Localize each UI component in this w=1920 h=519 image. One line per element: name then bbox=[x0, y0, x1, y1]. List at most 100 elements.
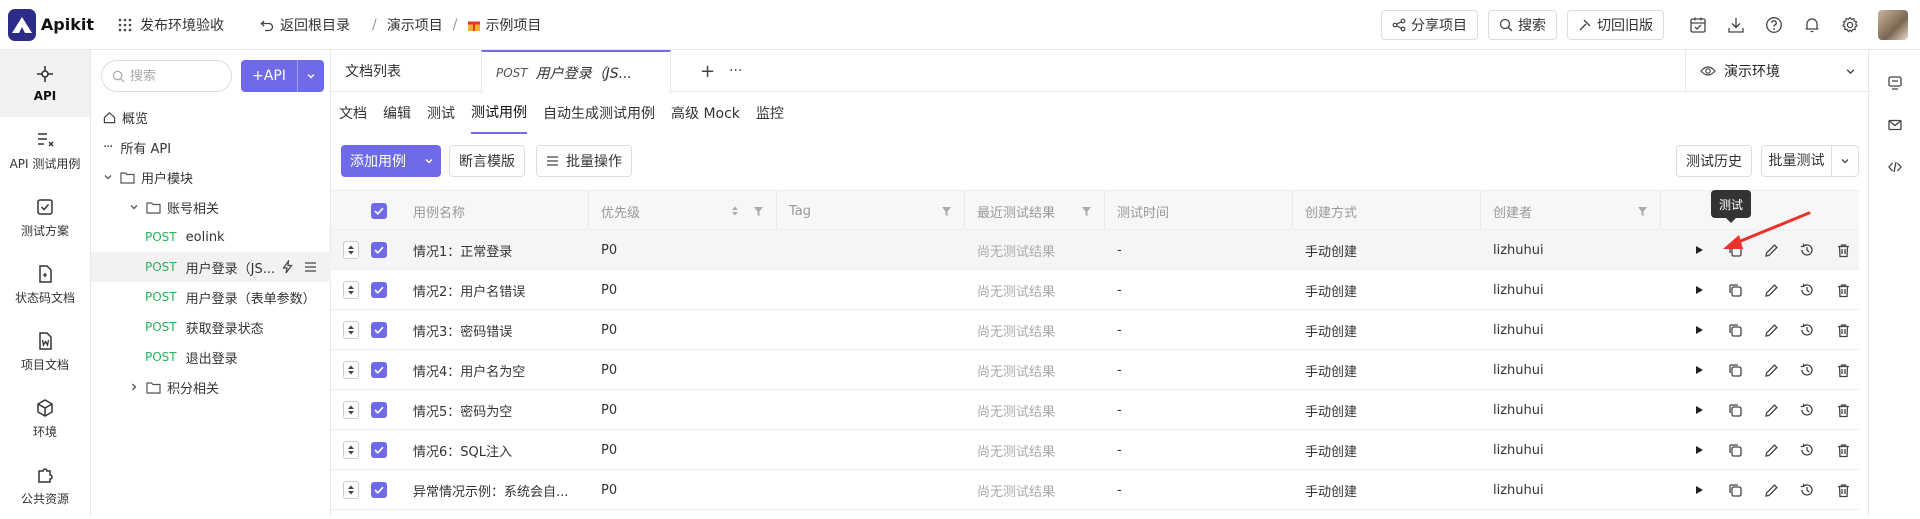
filter-icon[interactable] bbox=[941, 206, 952, 217]
subtab-doc[interactable]: 文档 bbox=[339, 92, 367, 134]
drag-sort-icon[interactable] bbox=[343, 241, 359, 259]
edit-icon[interactable] bbox=[1753, 443, 1789, 458]
breadcrumb-project[interactable]: 示例项目 bbox=[467, 15, 541, 35]
workspace-selector[interactable]: 发布环境验收 bbox=[118, 15, 224, 35]
drag-sort-icon[interactable] bbox=[343, 401, 359, 419]
switch-old-version-button[interactable]: 切回旧版 bbox=[1567, 10, 1664, 40]
user-avatar[interactable] bbox=[1878, 10, 1908, 40]
nav-status-code-docs[interactable]: 状态码文档 bbox=[0, 251, 90, 318]
nav-environment[interactable]: 环境 bbox=[0, 385, 90, 452]
back-root-link[interactable]: 返回根目录 bbox=[260, 15, 350, 35]
run-test-icon[interactable] bbox=[1681, 445, 1717, 455]
add-api-button[interactable]: +API bbox=[241, 60, 324, 92]
subtab-advanced-mock[interactable]: 高级 Mock bbox=[671, 92, 740, 134]
delete-icon[interactable] bbox=[1825, 283, 1861, 298]
history-icon[interactable] bbox=[1789, 482, 1825, 498]
tree-search[interactable] bbox=[101, 60, 232, 92]
case-name[interactable]: 情况2：用户名错误 bbox=[413, 270, 525, 310]
chevron-down-icon[interactable] bbox=[298, 71, 324, 81]
checkbox-checked-icon[interactable] bbox=[371, 322, 387, 338]
drag-sort-icon[interactable] bbox=[343, 481, 359, 499]
edit-icon[interactable] bbox=[1753, 363, 1789, 378]
run-test-icon[interactable] bbox=[1681, 485, 1717, 495]
download-icon[interactable] bbox=[1722, 11, 1750, 39]
case-name[interactable]: 情况3：密码错误 bbox=[413, 310, 512, 350]
add-tab-button[interactable]: + bbox=[686, 50, 715, 92]
delete-icon[interactable] bbox=[1825, 403, 1861, 418]
edit-icon[interactable] bbox=[1753, 283, 1789, 298]
copy-icon[interactable] bbox=[1717, 323, 1753, 338]
nav-test-plans[interactable]: 测试方案 bbox=[0, 184, 90, 251]
message-card-icon[interactable] bbox=[1869, 62, 1920, 104]
checkbox-checked-icon[interactable] bbox=[371, 282, 387, 298]
copy-icon[interactable] bbox=[1717, 363, 1753, 378]
chevron-down-icon[interactable] bbox=[417, 156, 441, 166]
menu-icon[interactable] bbox=[304, 261, 317, 273]
tree-api-item-selected[interactable]: POST 用户登录（JS... bbox=[91, 252, 331, 282]
subtab-auto-generate[interactable]: 自动生成测试用例 bbox=[543, 92, 655, 134]
share-project-button[interactable]: 分享项目 bbox=[1381, 10, 1478, 40]
copy-icon[interactable] bbox=[1717, 483, 1753, 498]
sort-icon[interactable] bbox=[731, 205, 739, 217]
tree-search-input[interactable] bbox=[130, 68, 220, 84]
case-name[interactable]: 情况1：正常登录 bbox=[413, 230, 512, 270]
edit-icon[interactable] bbox=[1753, 483, 1789, 498]
bell-icon[interactable] bbox=[1798, 11, 1826, 39]
case-name[interactable]: 情况6：SQL注入 bbox=[413, 430, 512, 470]
assert-template-button[interactable]: 断言模版 bbox=[449, 145, 525, 177]
history-icon[interactable] bbox=[1789, 442, 1825, 458]
batch-test-label[interactable]: 批量测试 bbox=[1762, 146, 1832, 176]
tab-doc-list[interactable]: 文档列表 bbox=[331, 50, 481, 92]
more-tabs-button[interactable]: ··· bbox=[715, 50, 742, 92]
tree-all-api[interactable]: ··· 所有 API bbox=[91, 132, 331, 162]
test-history-button[interactable]: 测试历史 bbox=[1676, 145, 1752, 177]
tree-api-item[interactable]: POST 退出登录 bbox=[91, 342, 331, 372]
checkbox-checked-icon[interactable] bbox=[371, 482, 387, 498]
run-test-icon[interactable] bbox=[1681, 285, 1717, 295]
table-row[interactable]: 情况6：SQL注入 P0 尚无测试结果 - 手动创建 lizhuhui bbox=[331, 430, 1859, 470]
copy-icon[interactable] bbox=[1717, 283, 1753, 298]
table-row[interactable]: 情况3：密码错误 P0 尚无测试结果 - 手动创建 lizhuhui bbox=[331, 310, 1859, 350]
table-row[interactable]: 情况2：用户名错误 P0 尚无测试结果 - 手动创建 lizhuhui bbox=[331, 270, 1859, 310]
filter-icon[interactable] bbox=[1637, 206, 1648, 217]
nav-project-docs[interactable]: 项目文档 bbox=[0, 318, 90, 385]
environment-selector[interactable]: 演示环境 bbox=[1685, 50, 1868, 92]
table-row[interactable]: 情况1：正常登录 P0 尚无测试结果 - 手动创建 lizhuhui bbox=[331, 230, 1859, 270]
lightning-icon[interactable] bbox=[281, 260, 294, 274]
tree-api-item[interactable]: POST 用户登录（表单参数） bbox=[91, 282, 331, 312]
drag-sort-icon[interactable] bbox=[343, 361, 359, 379]
calendar-icon[interactable] bbox=[1684, 11, 1712, 39]
case-name[interactable]: 情况5：密码为空 bbox=[413, 390, 512, 430]
delete-icon[interactable] bbox=[1825, 243, 1861, 258]
delete-icon[interactable] bbox=[1825, 323, 1861, 338]
drag-sort-icon[interactable] bbox=[343, 281, 359, 299]
drag-sort-icon[interactable] bbox=[343, 441, 359, 459]
run-test-icon[interactable] bbox=[1681, 325, 1717, 335]
filter-icon[interactable] bbox=[1081, 206, 1092, 217]
history-icon[interactable] bbox=[1789, 362, 1825, 378]
drag-sort-icon[interactable] bbox=[343, 321, 359, 339]
chevron-down-icon[interactable] bbox=[1832, 156, 1858, 166]
checkbox-checked-icon[interactable] bbox=[371, 242, 387, 258]
case-name[interactable]: 异常情况示例：系统会自... bbox=[413, 470, 568, 510]
gear-icon[interactable] bbox=[1836, 11, 1864, 39]
checkbox-checked-icon[interactable] bbox=[371, 362, 387, 378]
history-icon[interactable] bbox=[1789, 322, 1825, 338]
code-icon[interactable] bbox=[1869, 146, 1920, 188]
copy-icon[interactable] bbox=[1717, 443, 1753, 458]
batch-operations-button[interactable]: 批量操作 bbox=[536, 145, 632, 177]
header-select-all[interactable] bbox=[371, 191, 401, 231]
tree-api-item[interactable]: POST 获取登录状态 bbox=[91, 312, 331, 342]
run-test-icon[interactable] bbox=[1681, 365, 1717, 375]
checkbox-checked-icon[interactable] bbox=[371, 203, 387, 219]
edit-icon[interactable] bbox=[1753, 323, 1789, 338]
subtab-monitor[interactable]: 监控 bbox=[756, 92, 784, 134]
tree-group-account[interactable]: 账号相关 bbox=[91, 192, 331, 222]
nav-api[interactable]: API bbox=[0, 50, 90, 117]
checkbox-checked-icon[interactable] bbox=[371, 402, 387, 418]
delete-icon[interactable] bbox=[1825, 363, 1861, 378]
table-row[interactable]: 异常情况示例：系统会自... P0 尚无测试结果 - 手动创建 lizhuhui bbox=[331, 470, 1859, 510]
edit-icon[interactable] bbox=[1753, 403, 1789, 418]
tree-overview[interactable]: 概览 bbox=[91, 102, 331, 132]
breadcrumb-project-group[interactable]: 演示项目 bbox=[387, 15, 443, 35]
